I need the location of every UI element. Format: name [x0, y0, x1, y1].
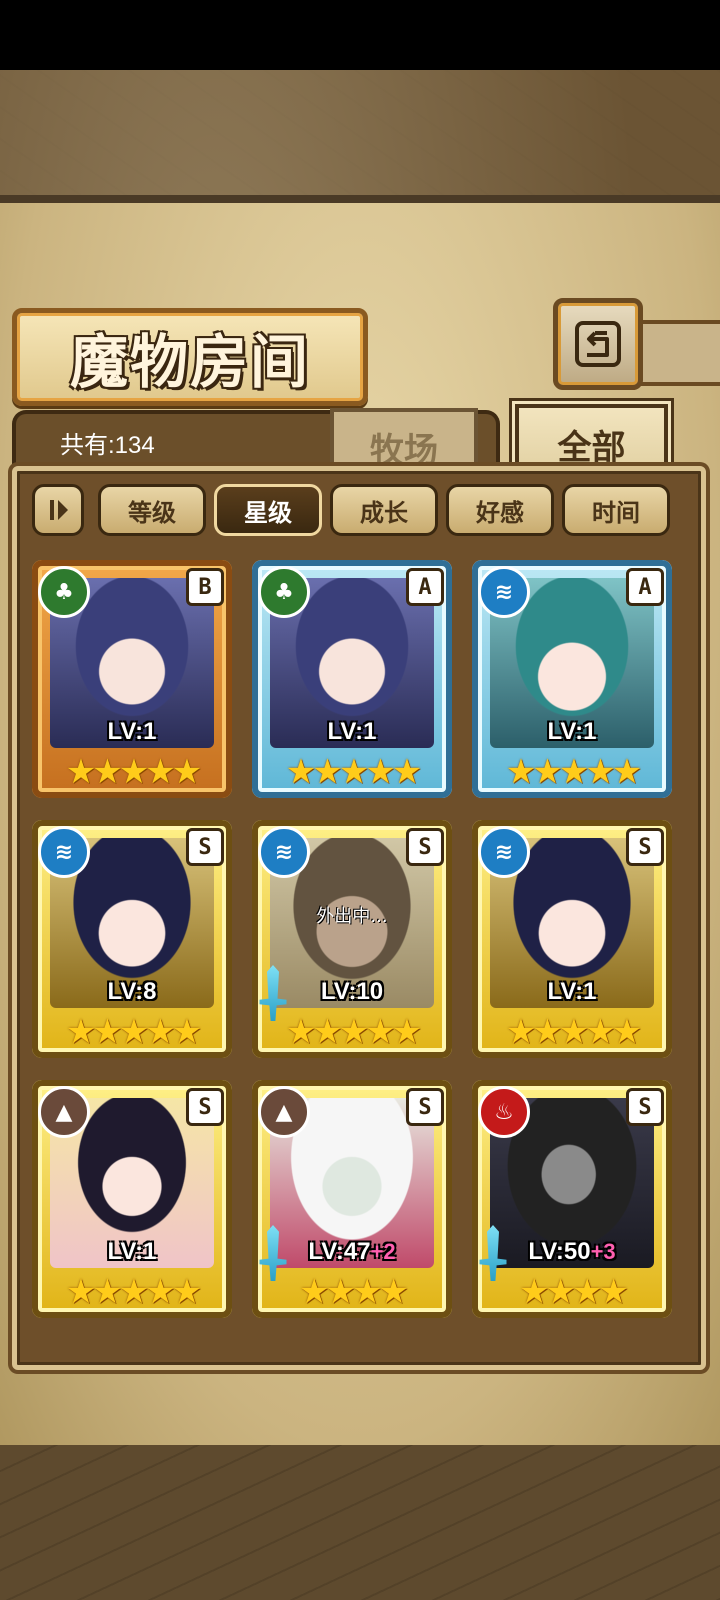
rank-badge: S	[406, 1088, 444, 1126]
level-label: LV:47+2	[308, 1238, 396, 1265]
rank-badge: S	[406, 828, 444, 866]
sort-affection-button[interactable]: 好感	[446, 484, 554, 536]
star-rating: ★★★★★	[65, 1012, 202, 1052]
monster-card[interactable]: ▲ S LV:1 ★★★★★	[32, 1080, 232, 1318]
monster-card[interactable]: ♨ S LV:50+3 ★★★★	[472, 1080, 672, 1318]
level-label: LV:8	[107, 978, 157, 1005]
level-label: LV:1	[547, 978, 597, 1005]
star-rating: ★★★★★	[65, 752, 202, 792]
monster-card[interactable]: ≋ S LV:8 ★★★★★	[32, 820, 232, 1058]
level-label: LV:50+3	[528, 1238, 616, 1265]
level-bonus: +3	[590, 1239, 616, 1264]
water-element-icon: ≋	[38, 826, 90, 878]
water-element-icon: ≋	[478, 826, 530, 878]
monster-card[interactable]: ≋ A LV:1 ★★★★★	[472, 560, 672, 798]
water-element-icon: ≋	[258, 826, 310, 878]
monster-card[interactable]: ≋ S 外出中... LV:10 ★★★★★	[252, 820, 452, 1058]
star-rating: ★★★★★	[285, 1012, 422, 1052]
rank-badge: S	[186, 828, 224, 866]
level-label: LV:1	[107, 718, 157, 745]
monster-card[interactable]: ♣ A LV:1 ★★★★★	[252, 560, 452, 798]
fire-element-icon: ♨	[478, 1086, 530, 1138]
sort-star-button[interactable]: 星级	[214, 484, 322, 536]
page-title: 魔物房间	[69, 328, 310, 396]
rank-badge: B	[186, 568, 224, 606]
water-element-icon: ≋	[478, 566, 530, 618]
rank-badge: S	[626, 828, 664, 866]
sort-order-toggle[interactable]	[32, 484, 84, 536]
rank-badge: A	[626, 568, 664, 606]
star-rating: ★★★★	[519, 1272, 629, 1312]
map-bottom-strip	[0, 1445, 720, 1600]
grass-element-icon: ♣	[258, 566, 310, 618]
star-rating: ★★★★★	[65, 1272, 202, 1312]
level-label: LV:1	[547, 718, 597, 745]
return-arrow-icon	[575, 321, 621, 367]
sort-toggle-icon	[50, 500, 68, 520]
back-button-rail	[630, 320, 720, 386]
sort-bar: 等级 星级 成长 好感 时间	[32, 484, 670, 536]
rank-badge: A	[406, 568, 444, 606]
rank-badge: S	[186, 1088, 224, 1126]
sort-time-button[interactable]: 时间	[562, 484, 670, 536]
monster-count: 共有:134	[60, 432, 155, 459]
status-bar	[0, 0, 720, 70]
monster-card[interactable]: ≋ S LV:1 ★★★★★	[472, 820, 672, 1058]
sort-growth-button[interactable]: 成长	[330, 484, 438, 536]
level-bonus: +2	[370, 1239, 396, 1264]
star-rating: ★★★★★	[505, 752, 642, 792]
level-label: LV:1	[107, 1238, 157, 1265]
earth-element-icon: ▲	[38, 1086, 90, 1138]
rank-badge: S	[626, 1088, 664, 1126]
earth-element-icon: ▲	[258, 1086, 310, 1138]
monster-card[interactable]: ▲ S LV:47+2 ★★★★	[252, 1080, 452, 1318]
monster-card[interactable]: ♣ B LV:1 ★★★★★	[32, 560, 232, 798]
star-rating: ★★★★★	[285, 752, 422, 792]
away-status-label: 外出中...	[316, 906, 388, 927]
title-plate: 魔物房间	[12, 308, 368, 406]
grass-element-icon: ♣	[38, 566, 90, 618]
star-rating: ★★★★	[299, 1272, 409, 1312]
sort-level-button[interactable]: 等级	[98, 484, 206, 536]
level-label: LV:1	[327, 718, 377, 745]
star-rating: ★★★★★	[505, 1012, 642, 1052]
back-button[interactable]	[553, 298, 643, 390]
level-label: LV:10	[320, 978, 384, 1005]
